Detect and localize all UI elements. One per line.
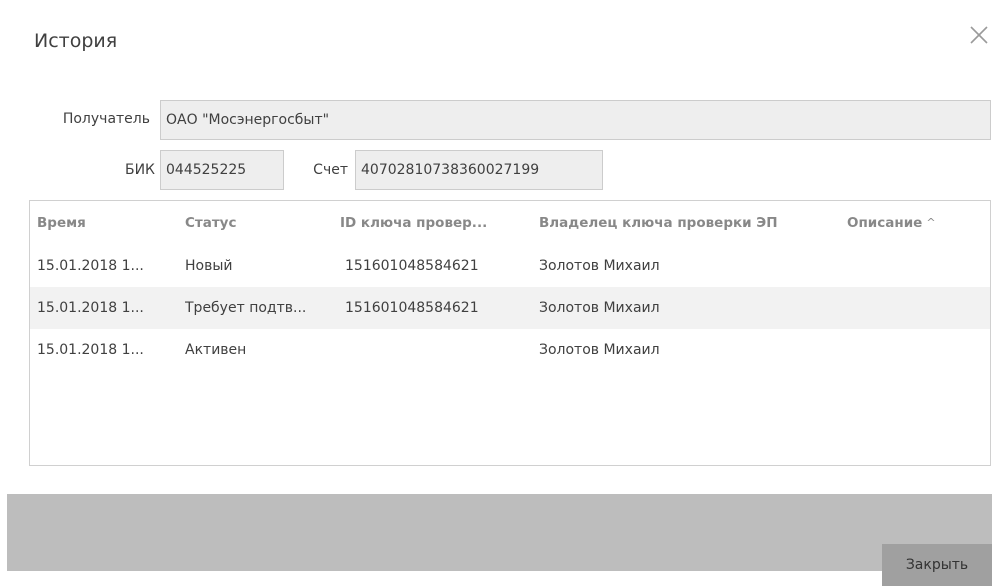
column-header-key-id[interactable]: ID ключа провер...: [340, 201, 530, 245]
dialog-title: История: [34, 30, 118, 52]
cell-status: Активен: [185, 342, 247, 358]
column-header-key-owner[interactable]: Владелец ключа проверки ЭП: [539, 201, 839, 245]
cell-time: 15.01.2018 1...: [37, 342, 144, 358]
cell-time: 15.01.2018 1...: [37, 258, 144, 274]
cell-description: [847, 245, 987, 287]
cell-status: Требует подтв...: [185, 300, 307, 316]
sort-ascending-icon: ^: [926, 216, 936, 229]
column-header-time[interactable]: Время: [37, 201, 177, 245]
table-row[interactable]: 15.01.2018 1... Новый 151601048584621 Зо…: [30, 245, 990, 287]
cell-status: Новый: [185, 258, 233, 274]
table-row[interactable]: 15.01.2018 1... Активен Золотов Михаил: [30, 329, 990, 371]
column-header-description-label: Описание: [847, 215, 923, 231]
column-header-status[interactable]: Статус: [185, 201, 330, 245]
cell-key-owner: Золотов Михаил: [539, 258, 660, 274]
account-field: 40702810738360027199: [355, 150, 603, 190]
history-dialog: История Получатель ОАО "Мосэнергосбыт" Б…: [0, 0, 999, 586]
cell-description: [847, 287, 987, 329]
bik-field: 044525225: [160, 150, 284, 190]
dialog-footer: Закрыть: [7, 494, 992, 586]
close-icon[interactable]: [968, 24, 996, 52]
column-header-description[interactable]: Описание ^: [847, 201, 987, 245]
cell-key-owner: Золотов Михаил: [539, 342, 660, 358]
cell-key-id: [345, 329, 535, 371]
cell-key-owner: Золотов Михаил: [539, 300, 660, 316]
recipient-field: ОАО "Мосэнергосбыт": [160, 100, 991, 140]
table-row[interactable]: 15.01.2018 1... Требует подтв... 1516010…: [30, 287, 990, 329]
cell-key-id: 151601048584621: [345, 300, 479, 316]
bik-label: БИК: [124, 162, 155, 178]
account-label: Счет: [313, 162, 348, 178]
recipient-label: Получатель: [62, 111, 150, 127]
close-button[interactable]: Закрыть: [882, 544, 992, 586]
cell-key-id: 151601048584621: [345, 258, 479, 274]
cell-time: 15.01.2018 1...: [37, 300, 144, 316]
cell-description: [847, 329, 987, 371]
table-header: Время Статус ID ключа провер... Владелец…: [30, 201, 990, 245]
history-table: Время Статус ID ключа провер... Владелец…: [29, 200, 991, 466]
